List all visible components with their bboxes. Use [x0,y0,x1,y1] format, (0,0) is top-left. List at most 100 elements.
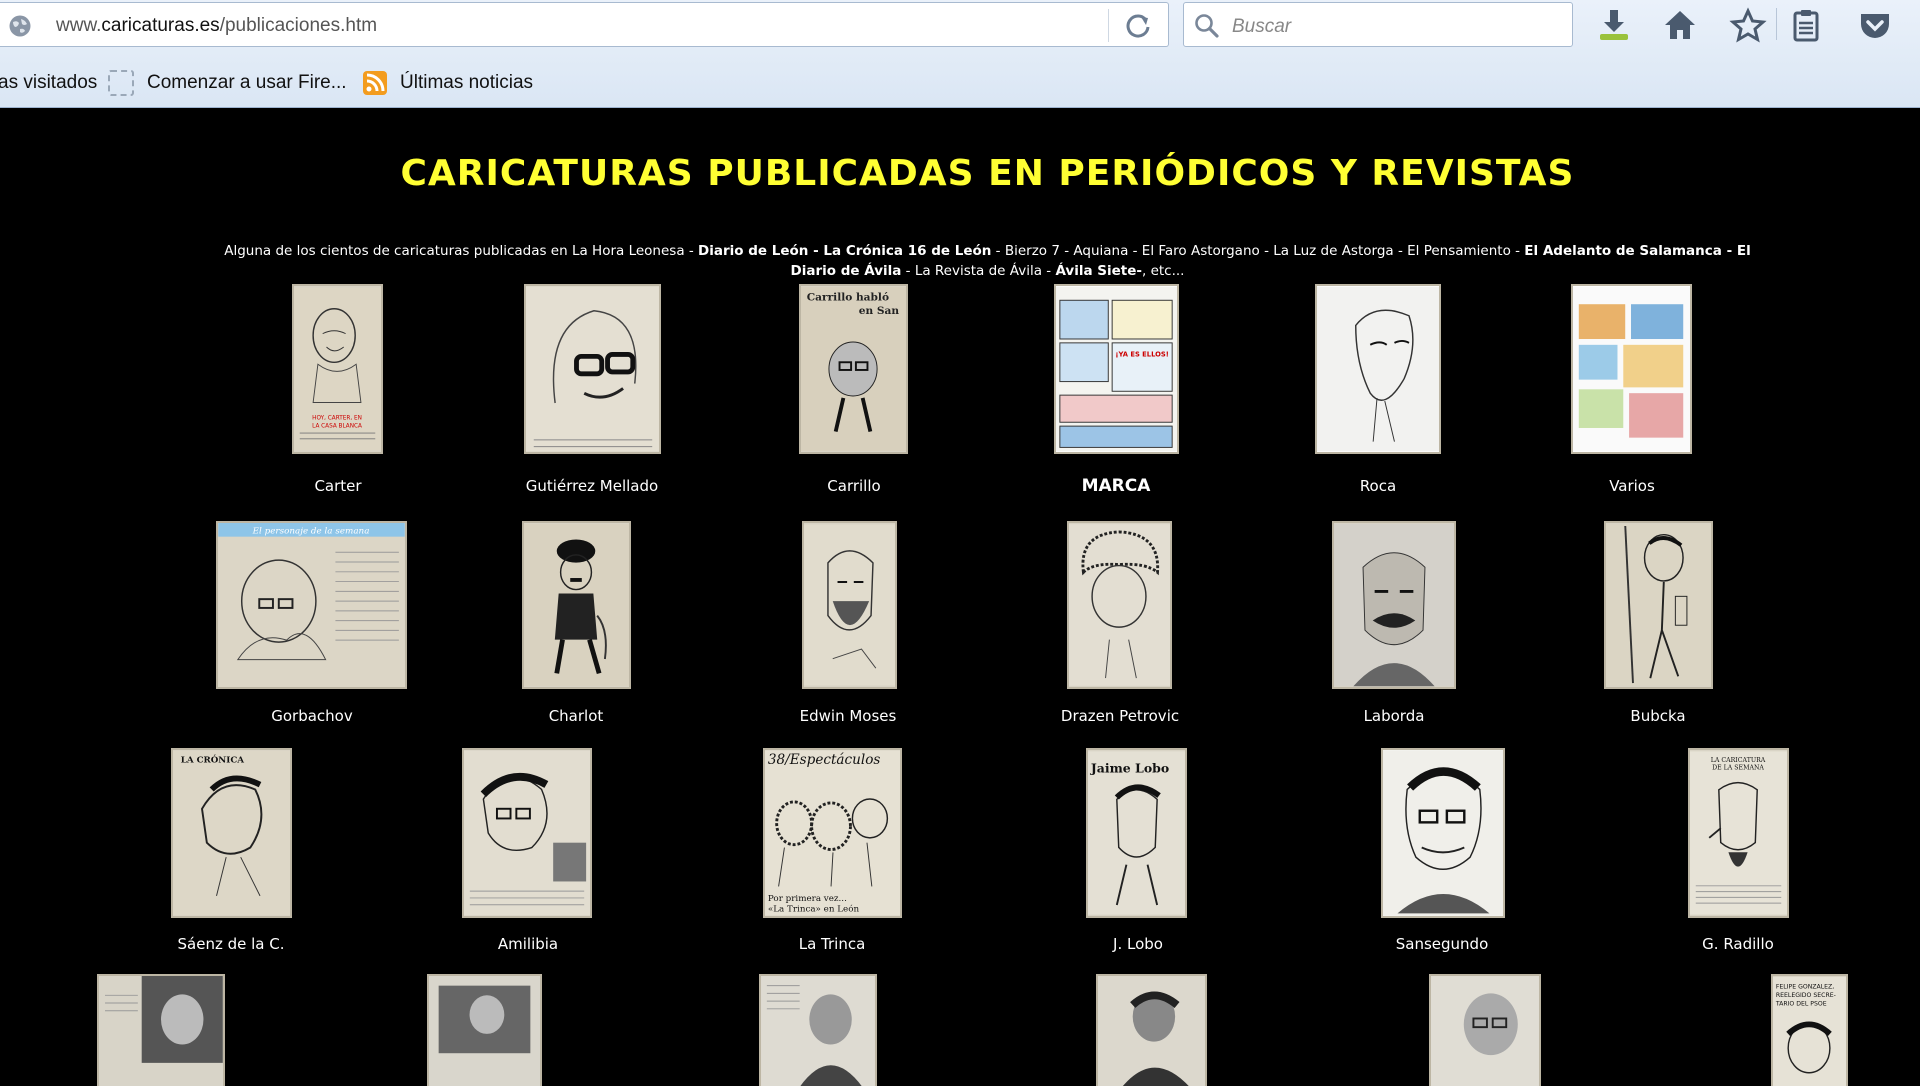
newspaper-header: Jaime Lobo [1090,760,1169,775]
svg-text:LA CASA BLANCA: LA CASA BLANCA [312,423,362,429]
caption-bubcka[interactable]: Bubcka [1528,707,1788,725]
thumb-gorbachov[interactable]: El personaje de la semana [216,521,407,689]
thumb-row4-1[interactable] [97,974,225,1086]
thumb-la-trinca[interactable]: 38/Espectáculos Por primera vez... «La T… [763,748,902,918]
pocket-icon [1861,14,1889,38]
thumb-edwin-moses[interactable] [802,521,897,689]
bookmark-star-button[interactable] [1728,6,1768,44]
caption-amilibia[interactable]: Amilibia [398,935,658,953]
thumb-laborda[interactable] [1332,521,1456,689]
caption-g-radillo[interactable]: G. Radillo [1608,935,1868,953]
caricature-image [464,750,590,916]
thumb-roca[interactable] [1315,284,1441,454]
url-host: caricaturas.es [101,15,220,36]
thumb-row4-2[interactable] [427,974,542,1086]
photo-image [1431,976,1539,1086]
thumb-carter[interactable]: HOY, CARTER, EN LA CASA BLANCA [292,284,383,454]
thumb-charlot[interactable] [522,521,631,689]
caption-roca[interactable]: Roca [1248,477,1508,495]
download-button[interactable] [1594,6,1634,44]
caption-carter[interactable]: Carter [208,477,468,495]
svg-text:TARIO DEL PSOE: TARIO DEL PSOE [1775,1000,1827,1007]
clipboard-icon [1793,10,1819,42]
browser-chrome: www.caricaturas.es/publicaciones.htm Bus… [0,0,1920,108]
comic-page-image [1573,286,1690,452]
svg-text:Carrillo habló: Carrillo habló [807,292,889,304]
caricature-image: Jaime Lobo [1088,751,1185,915]
caption-sansegundo[interactable]: Sansegundo [1312,935,1572,953]
caricature-image: FELIPE GONZALEZ, REELEGIDO SECRE- TARIO … [1773,976,1846,1086]
bookmark-latest-news[interactable]: Últimas noticias [400,72,533,94]
thumb-row4-5[interactable] [1429,974,1541,1086]
photo-image [761,976,875,1086]
caption-j-lobo[interactable]: J. Lobo [1008,935,1268,953]
photo-image [99,976,223,1086]
thumb-saenz-de-la-c[interactable]: LA CRÓNICA [171,748,292,918]
search-icon [1195,14,1219,38]
caption-carrillo[interactable]: Carrillo [724,477,984,495]
photo-image [1098,976,1205,1086]
bookmark-most-visited[interactable]: as visitados [0,72,97,94]
thumb-amilibia[interactable] [462,748,592,918]
intro-part: - Bierzo 7 - Aquiana - El Faro Astorgano… [991,243,1525,259]
caption-varios[interactable]: Varios [1502,477,1762,495]
caption-la-trinca[interactable]: La Trinca [702,935,962,953]
thumb-sansegundo[interactable] [1381,748,1505,918]
download-icon [1600,10,1628,40]
photo-image [429,976,540,1086]
search-placeholder: Buscar [1232,16,1292,37]
home-button[interactable] [1660,6,1700,44]
intro-part: - La Revista de Ávila - [901,263,1056,279]
thumb-gutierrez-mellado[interactable] [524,284,661,454]
reload-icon[interactable] [1124,12,1152,40]
thumb-j-lobo[interactable]: Jaime Lobo [1086,748,1187,918]
caricature-image [1606,524,1711,686]
svg-text:en San: en San [859,305,900,317]
divider [1776,8,1777,40]
comic-page-image: ¡YA ES ELLOS! [1056,286,1177,452]
url-prefix: www. [56,15,102,36]
bookmarks-menu-button[interactable] [1786,6,1826,44]
url-bar[interactable]: www.caricaturas.es/publicaciones.htm [0,2,1169,47]
divider [1108,9,1109,42]
caption-edwin-moses[interactable]: Edwin Moses [718,707,978,725]
caption-laborda[interactable]: Laborda [1264,707,1524,725]
thumb-row4-4[interactable] [1096,974,1207,1086]
thumb-drazen-petrovic[interactable] [1067,521,1172,689]
newspaper-header: 38/Espectáculos [768,752,880,768]
caricature-image [1383,750,1503,916]
caption-saenz-de-la-c[interactable]: Sáenz de la C. [101,935,361,953]
pocket-button[interactable] [1855,6,1895,44]
star-icon [1729,7,1767,43]
thumb-bubcka[interactable] [1604,521,1713,689]
caption-marca[interactable]: MARCA [986,476,1246,496]
url-path: /publicaciones.htm [219,15,378,36]
thumb-varios[interactable] [1571,284,1692,454]
intro-part: Ávila Siete- [1055,263,1142,279]
caption-gorbachov[interactable]: Gorbachov [182,707,442,725]
caption-drazen-petrovic[interactable]: Drazen Petrovic [990,707,1250,725]
caricature-image [524,524,629,686]
search-bar[interactable]: Buscar [1183,2,1573,47]
intro-part: Diario de León - La Crónica 16 de León [698,243,992,259]
globe-icon [9,15,31,37]
thumb-g-radillo[interactable]: LA CARICATURA DE LA SEMANA [1688,748,1789,918]
bookmark-page-icon [108,70,134,96]
thumb-row4-3[interactable] [759,974,877,1086]
thumb-row4-6[interactable]: FELIPE GONZALEZ, REELEGIDO SECRE- TARIO … [1771,974,1848,1086]
svg-text:REELEGIDO SECRE-: REELEGIDO SECRE- [1776,992,1836,999]
thumb-carrillo[interactable]: Carrillo habló en San [799,284,908,454]
url-text[interactable]: www.caricaturas.es/publicaciones.htm [56,15,377,37]
caricature-image: 38/Espectáculos Por primera vez... «La T… [765,750,900,916]
page-title: CARICATURAS PUBLICADAS EN PERIÓDICOS Y R… [400,153,1575,194]
caricature-image: HOY, CARTER, EN LA CASA BLANCA [294,287,381,451]
thumb-marca[interactable]: ¡YA ES ELLOS! [1054,284,1179,454]
intro-part: , etc... [1142,263,1185,279]
caption-gutierrez-mellado[interactable]: Gutiérrez Mellado [462,477,722,495]
svg-text:Por primera vez...: Por primera vez... [768,894,847,904]
caption-charlot[interactable]: Charlot [446,707,706,725]
caricature-image: LA CARICATURA DE LA SEMANA [1690,751,1787,915]
svg-text:El personaje de la semana: El personaje de la semana [252,527,370,537]
bookmark-getting-started[interactable]: Comenzar a usar Fire... [147,72,347,94]
svg-text:DE LA SEMANA: DE LA SEMANA [1712,765,1764,772]
